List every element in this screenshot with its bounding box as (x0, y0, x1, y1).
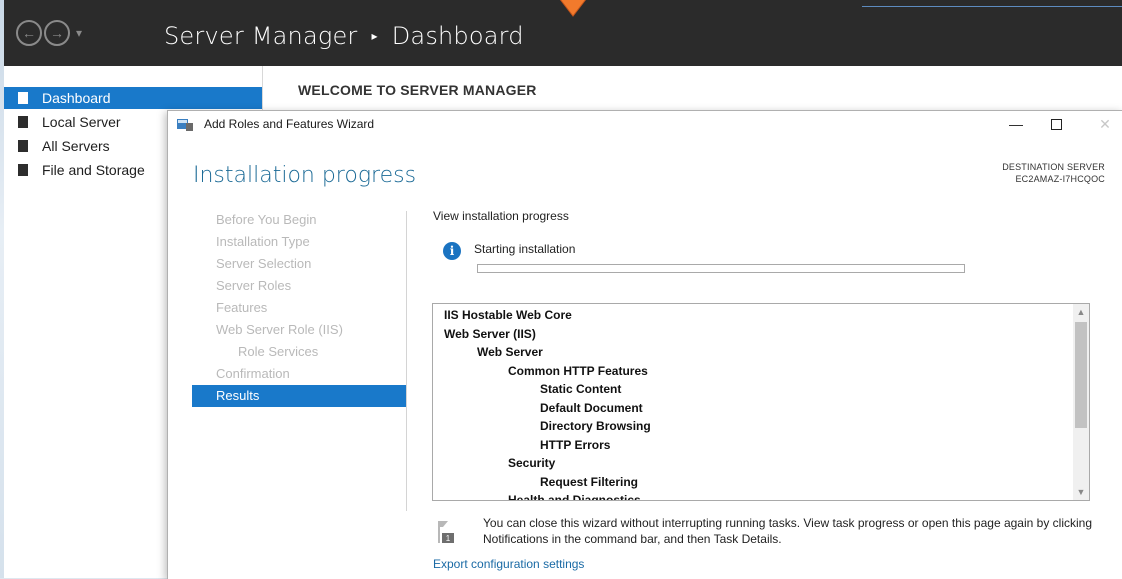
storage-icon (18, 164, 28, 176)
wizard-titlebar: Add Roles and Features Wizard — ✕ (168, 111, 1122, 137)
step-confirmation: Confirmation (216, 366, 290, 381)
add-roles-wizard-window: Add Roles and Features Wizard — ✕ Instal… (167, 110, 1122, 579)
sidebar-item-label: All Servers (42, 138, 110, 154)
dashboard-icon (18, 92, 28, 104)
sidebar-item-label: Local Server (42, 114, 121, 130)
history-dropdown-icon[interactable]: ▾ (76, 26, 82, 40)
back-arrow-icon[interactable]: ← (16, 20, 42, 46)
wizard-app-icon (177, 119, 193, 131)
close-button[interactable]: ✕ (1090, 113, 1120, 135)
servers-icon (18, 140, 28, 152)
step-features: Features (216, 300, 268, 315)
feature-item: Common HTTP Features (508, 363, 648, 378)
maximize-button[interactable] (1041, 113, 1071, 135)
wizard-title: Add Roles and Features Wizard (204, 117, 375, 131)
step-server-roles: Server Roles (216, 278, 292, 293)
feature-item: HTTP Errors (540, 437, 611, 452)
destination-name: EC2AMAZ-I7HCQOC (1015, 174, 1105, 184)
destination-label: DESTINATION SERVER (1002, 162, 1105, 172)
step-web-server-role: Web Server Role (IIS) (216, 322, 343, 337)
scroll-down-icon[interactable]: ▼ (1073, 484, 1089, 500)
step-results[interactable]: Results (192, 385, 406, 407)
scrollbar-thumb[interactable] (1075, 322, 1087, 428)
feature-item: Request Filtering (540, 474, 639, 489)
close-wizard-note: You can close this wizard without interr… (483, 516, 1093, 546)
destination-server: DESTINATION SERVER EC2AMAZ-I7HCQOC (1002, 161, 1105, 185)
svg-text:1: 1 (446, 534, 451, 543)
sidebar-item-dashboard[interactable]: Dashboard (4, 87, 262, 109)
pointer-arrow-icon (560, 0, 586, 17)
notification-flag-icon: 1 (438, 521, 454, 543)
feature-item: Health and Diagnostics (508, 493, 641, 501)
status-text: Starting installation (474, 242, 576, 256)
feature-item: Security (508, 456, 556, 470)
feature-item: IIS Hostable Web Core (444, 308, 572, 322)
view-progress-label: View installation progress (433, 209, 569, 223)
highlight-line (862, 0, 1122, 7)
breadcrumb-app: Server Manager (164, 22, 358, 50)
step-installation-type: Installation Type (216, 234, 310, 249)
navigation-buttons: ← → ▾ (16, 20, 82, 46)
step-role-services: Role Services (238, 344, 319, 359)
close-icon: ✕ (1099, 115, 1111, 132)
breadcrumb: Server Manager ▸ Dashboard (164, 22, 524, 50)
sidebar-item-label: File and Storage (42, 162, 145, 178)
steps-divider (406, 211, 407, 511)
feature-item: Default Document (540, 400, 643, 415)
wizard-steps: Before You Begin Installation Type Serve… (192, 209, 406, 407)
server-icon (18, 116, 28, 128)
scroll-up-icon[interactable]: ▲ (1073, 304, 1089, 320)
feature-item: Web Server (IIS) (444, 326, 536, 341)
installation-progress-bar (477, 264, 965, 273)
features-scrollbar[interactable]: ▲ ▼ (1073, 304, 1089, 500)
breadcrumb-page: Dashboard (391, 22, 524, 50)
maximize-icon (1050, 118, 1062, 130)
feature-item: Directory Browsing (540, 419, 651, 433)
features-list[interactable]: IIS Hostable Web Core Web Server (IIS) Web… (432, 303, 1090, 501)
export-configuration-link[interactable]: Export configuration settings (433, 557, 584, 571)
sidebar-item-label: Dashboard (42, 90, 111, 106)
step-server-selection: Server Selection (216, 256, 312, 271)
forward-arrow-icon[interactable]: → (44, 20, 70, 46)
feature-item: Static Content (540, 382, 622, 396)
wizard-heading: Installation progress (193, 163, 417, 188)
minimize-button[interactable]: — (1001, 113, 1031, 135)
info-icon: i (443, 242, 461, 260)
welcome-heading: WELCOME TO SERVER MANAGER (298, 82, 537, 98)
minimize-icon: — (1009, 116, 1023, 132)
step-before-you-begin: Before You Begin (216, 212, 317, 227)
breadcrumb-separator-icon: ▸ (371, 29, 378, 43)
feature-item: Web Server (477, 345, 543, 359)
